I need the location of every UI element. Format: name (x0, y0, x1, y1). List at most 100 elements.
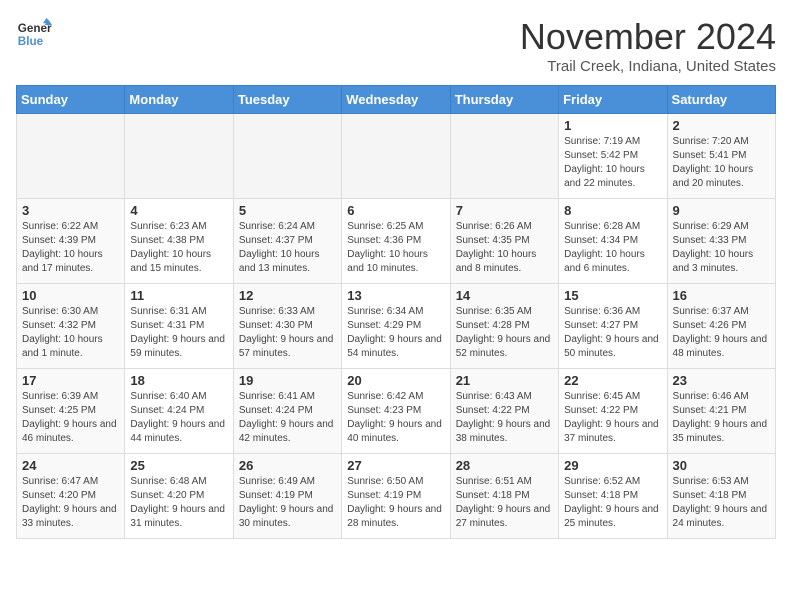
day-info: Sunrise: 6:24 AM Sunset: 4:37 PM Dayligh… (239, 220, 336, 276)
day-info: Sunrise: 6:47 AM Sunset: 4:20 PM Dayligh… (22, 475, 119, 531)
day-info: Sunrise: 6:45 AM Sunset: 4:22 PM Dayligh… (564, 390, 661, 446)
calendar-cell: 3Sunrise: 6:22 AM Sunset: 4:39 PM Daylig… (17, 199, 125, 284)
calendar-cell: 19Sunrise: 6:41 AM Sunset: 4:24 PM Dayli… (233, 369, 341, 454)
day-info: Sunrise: 6:50 AM Sunset: 4:19 PM Dayligh… (347, 475, 444, 531)
day-number: 19 (239, 373, 336, 388)
day-info: Sunrise: 6:36 AM Sunset: 4:27 PM Dayligh… (564, 305, 661, 361)
day-info: Sunrise: 6:39 AM Sunset: 4:25 PM Dayligh… (22, 390, 119, 446)
day-number: 21 (456, 373, 553, 388)
calendar-header-row: SundayMondayTuesdayWednesdayThursdayFrid… (17, 86, 776, 114)
day-number: 15 (564, 288, 661, 303)
day-number: 18 (130, 373, 227, 388)
calendar-cell: 14 Sunrise: 6:35 AM Sunset: 4:28 PM Dayli… (450, 284, 558, 369)
day-info: Sunrise: 6:37 AM Sunset: 4:26 PM Dayligh… (673, 305, 770, 361)
day-info: Sunrise: 6:31 AM Sunset: 4:31 PM Dayligh… (130, 305, 227, 361)
calendar-cell: 17 Sunrise: 6:39 AM Sunset: 4:25 PM Dayli… (17, 369, 125, 454)
day-info: Sunrise: 6:52 AM Sunset: 4:18 PM Dayligh… (564, 475, 661, 531)
calendar-cell: 30 Sunrise: 6:53 AM Sunset: 4:18 PM Dayli… (667, 454, 775, 539)
day-number: 27 (347, 458, 444, 473)
header-sunday: Sunday (17, 86, 125, 114)
header-wednesday: Wednesday (342, 86, 450, 114)
calendar-cell: 12Sunrise: 6:33 AM Sunset: 4:30 PM Dayli… (233, 284, 341, 369)
calendar-cell: 25 Sunrise: 6:48 AM Sunset: 4:20 PM Dayli… (125, 454, 233, 539)
day-number: 2 (673, 118, 770, 133)
calendar-cell: 16 Sunrise: 6:37 AM Sunset: 4:26 PM Dayli… (667, 284, 775, 369)
day-info: Sunrise: 6:51 AM Sunset: 4:18 PM Dayligh… (456, 475, 553, 531)
calendar-cell: 10 Sunrise: 6:30 AM Sunset: 4:32 PM Dayli… (17, 284, 125, 369)
header-monday: Monday (125, 86, 233, 114)
day-info: Sunrise: 6:25 AM Sunset: 4:36 PM Dayligh… (347, 220, 444, 276)
day-info: Sunrise: 6:33 AM Sunset: 4:30 PM Dayligh… (239, 305, 336, 361)
logo-icon: General Blue (16, 16, 52, 52)
calendar-cell: 18 Sunrise: 6:40 AM Sunset: 4:24 PM Dayli… (125, 369, 233, 454)
day-number: 14 (456, 288, 553, 303)
calendar-week-3: 17 Sunrise: 6:39 AM Sunset: 4:25 PM Dayli… (17, 369, 776, 454)
calendar-cell (342, 114, 450, 199)
header-thursday: Thursday (450, 86, 558, 114)
calendar-cell: 21 Sunrise: 6:43 AM Sunset: 4:22 PM Dayli… (450, 369, 558, 454)
day-info: Sunrise: 6:42 AM Sunset: 4:23 PM Dayligh… (347, 390, 444, 446)
calendar-cell (450, 114, 558, 199)
page-header: General Blue November 2024 Trail Creek, … (16, 16, 776, 75)
day-info: Sunrise: 6:53 AM Sunset: 4:18 PM Dayligh… (673, 475, 770, 531)
calendar-table: SundayMondayTuesdayWednesdayThursdayFrid… (16, 85, 776, 539)
day-number: 25 (130, 458, 227, 473)
day-info: Sunrise: 7:19 AM Sunset: 5:42 PM Dayligh… (564, 135, 661, 191)
calendar-cell: 4 Sunrise: 6:23 AM Sunset: 4:38 PM Daylig… (125, 199, 233, 284)
day-info: Sunrise: 6:43 AM Sunset: 4:22 PM Dayligh… (456, 390, 553, 446)
header-saturday: Saturday (667, 86, 775, 114)
day-number: 3 (22, 203, 119, 218)
calendar-cell: 5 Sunrise: 6:24 AM Sunset: 4:37 PM Daylig… (233, 199, 341, 284)
calendar-cell: 29Sunrise: 6:52 AM Sunset: 4:18 PM Dayli… (559, 454, 667, 539)
calendar-cell: 2Sunrise: 7:20 AM Sunset: 5:41 PM Daylig… (667, 114, 775, 199)
day-info: Sunrise: 6:23 AM Sunset: 4:38 PM Dayligh… (130, 220, 227, 276)
day-number: 23 (673, 373, 770, 388)
day-number: 24 (22, 458, 119, 473)
calendar-cell: 26Sunrise: 6:49 AM Sunset: 4:19 PM Dayli… (233, 454, 341, 539)
calendar-cell (125, 114, 233, 199)
month-title: November 2024 (520, 16, 776, 58)
calendar-cell: 20 Sunrise: 6:42 AM Sunset: 4:23 PM Dayli… (342, 369, 450, 454)
calendar-cell: 24 Sunrise: 6:47 AM Sunset: 4:20 PM Dayli… (17, 454, 125, 539)
day-number: 4 (130, 203, 227, 218)
title-area: November 2024 Trail Creek, Indiana, Unit… (520, 16, 776, 75)
calendar-cell: 13 Sunrise: 6:34 AM Sunset: 4:29 PM Dayli… (342, 284, 450, 369)
calendar-cell (17, 114, 125, 199)
header-tuesday: Tuesday (233, 86, 341, 114)
calendar-week-2: 10 Sunrise: 6:30 AM Sunset: 4:32 PM Dayli… (17, 284, 776, 369)
day-number: 20 (347, 373, 444, 388)
day-number: 13 (347, 288, 444, 303)
day-number: 22 (564, 373, 661, 388)
header-friday: Friday (559, 86, 667, 114)
day-info: Sunrise: 6:29 AM Sunset: 4:33 PM Dayligh… (673, 220, 770, 276)
day-info: Sunrise: 6:35 AM Sunset: 4:28 PM Dayligh… (456, 305, 553, 361)
calendar-week-0: 1 Sunrise: 7:19 AM Sunset: 5:42 PM Daylig… (17, 114, 776, 199)
day-number: 7 (456, 203, 553, 218)
calendar-cell (233, 114, 341, 199)
svg-text:Blue: Blue (18, 35, 44, 48)
day-number: 5 (239, 203, 336, 218)
day-info: Sunrise: 6:46 AM Sunset: 4:21 PM Dayligh… (673, 390, 770, 446)
day-number: 8 (564, 203, 661, 218)
day-number: 28 (456, 458, 553, 473)
day-number: 10 (22, 288, 119, 303)
calendar-cell: 15 Sunrise: 6:36 AM Sunset: 4:27 PM Dayli… (559, 284, 667, 369)
day-info: Sunrise: 6:30 AM Sunset: 4:32 PM Dayligh… (22, 305, 119, 361)
day-number: 11 (130, 288, 227, 303)
day-info: Sunrise: 6:40 AM Sunset: 4:24 PM Dayligh… (130, 390, 227, 446)
day-number: 30 (673, 458, 770, 473)
calendar-cell: 9 Sunrise: 6:29 AM Sunset: 4:33 PM Daylig… (667, 199, 775, 284)
day-number: 16 (673, 288, 770, 303)
day-info: Sunrise: 6:26 AM Sunset: 4:35 PM Dayligh… (456, 220, 553, 276)
day-number: 1 (564, 118, 661, 133)
day-number: 17 (22, 373, 119, 388)
calendar-week-4: 24 Sunrise: 6:47 AM Sunset: 4:20 PM Dayli… (17, 454, 776, 539)
day-number: 6 (347, 203, 444, 218)
day-info: Sunrise: 6:28 AM Sunset: 4:34 PM Dayligh… (564, 220, 661, 276)
day-number: 9 (673, 203, 770, 218)
day-info: Sunrise: 6:34 AM Sunset: 4:29 PM Dayligh… (347, 305, 444, 361)
day-info: Sunrise: 6:48 AM Sunset: 4:20 PM Dayligh… (130, 475, 227, 531)
calendar-cell: 7 Sunrise: 6:26 AM Sunset: 4:35 PM Daylig… (450, 199, 558, 284)
calendar-cell: 6 Sunrise: 6:25 AM Sunset: 4:36 PM Daylig… (342, 199, 450, 284)
calendar-cell: 22 Sunrise: 6:45 AM Sunset: 4:22 PM Dayli… (559, 369, 667, 454)
